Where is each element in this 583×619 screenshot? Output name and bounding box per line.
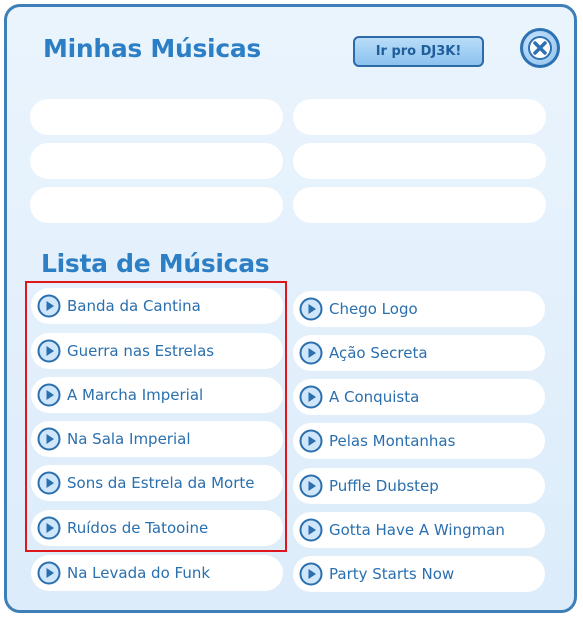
playlist-slot[interactable] xyxy=(30,99,283,135)
go-to-dj3k-button[interactable]: Ir pro DJ3K! xyxy=(353,36,484,67)
play-icon[interactable] xyxy=(299,474,323,498)
track-label: Pelas Montanhas xyxy=(329,432,456,450)
track-item[interactable]: Puffle Dubstep xyxy=(293,468,545,504)
play-icon[interactable] xyxy=(299,297,323,321)
track-item[interactable]: Gotta Have A Wingman xyxy=(293,512,545,548)
track-list-title: Lista de Músicas xyxy=(41,249,270,278)
playlist-slot[interactable] xyxy=(293,99,546,135)
highlight-box xyxy=(25,281,287,552)
playlist-slot[interactable] xyxy=(293,143,546,179)
close-icon xyxy=(528,36,552,60)
play-icon[interactable] xyxy=(37,561,61,585)
track-label: Ação Secreta xyxy=(329,344,428,362)
track-label: Puffle Dubstep xyxy=(329,477,439,495)
track-item[interactable]: A Conquista xyxy=(293,379,545,415)
track-item[interactable]: Ação Secreta xyxy=(293,335,545,371)
playlist-slot[interactable] xyxy=(30,187,283,223)
track-item[interactable]: Chego Logo xyxy=(293,291,545,327)
play-icon[interactable] xyxy=(299,562,323,586)
track-label: Chego Logo xyxy=(329,300,418,318)
playlist-slot[interactable] xyxy=(293,187,546,223)
play-icon[interactable] xyxy=(299,341,323,365)
track-item[interactable]: Party Starts Now xyxy=(293,556,545,592)
track-label: Party Starts Now xyxy=(329,565,455,583)
track-label: Na Levada do Funk xyxy=(67,564,211,582)
play-icon[interactable] xyxy=(299,518,323,542)
track-item[interactable]: Pelas Montanhas xyxy=(293,423,545,459)
playlist-slot[interactable] xyxy=(30,143,283,179)
play-icon[interactable] xyxy=(299,385,323,409)
track-label: A Conquista xyxy=(329,388,420,406)
panel-title: Minhas Músicas xyxy=(43,34,261,63)
track-label: Gotta Have A Wingman xyxy=(329,521,505,539)
close-button[interactable] xyxy=(520,28,560,68)
play-icon[interactable] xyxy=(299,429,323,453)
track-item[interactable]: Na Levada do Funk xyxy=(31,555,283,591)
